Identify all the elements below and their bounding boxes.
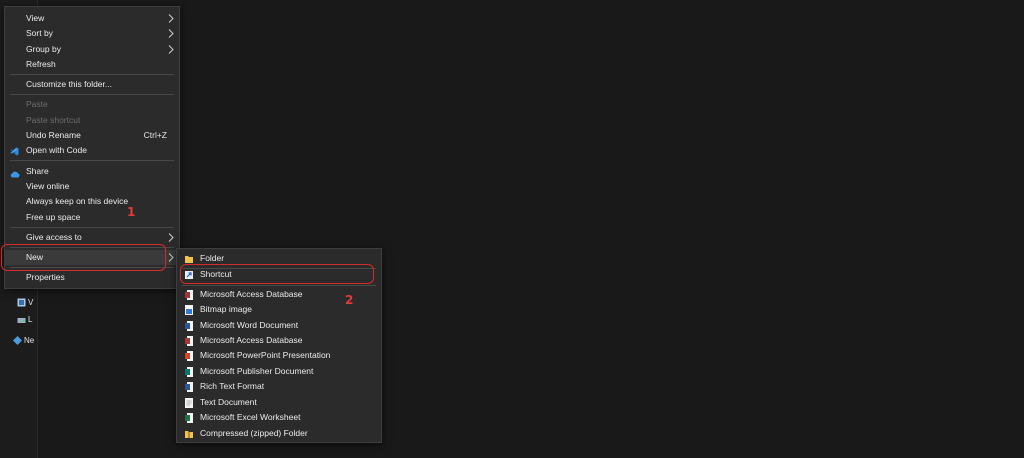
new-item-zip-folder[interactable]: Compressed (zipped) Folder — [177, 426, 381, 441]
chevron-right-icon — [166, 26, 176, 41]
chevron-right-icon — [166, 230, 176, 245]
annotation-highlight-new — [1, 244, 166, 271]
menu-item-properties[interactable]: Properties — [5, 270, 179, 285]
annotation-step-1: 1 — [127, 205, 136, 219]
drive-icon — [17, 315, 26, 324]
menu-item-refresh[interactable]: Refresh — [5, 57, 179, 72]
vscode-icon — [10, 146, 19, 156]
access-icon — [185, 290, 193, 300]
powerpoint-icon — [185, 351, 193, 361]
menu-item-paste-shortcut: Paste shortcut — [26, 115, 81, 125]
menu-item-view-online[interactable]: View online — [5, 179, 179, 194]
publisher-icon — [185, 367, 193, 377]
menu-item-customize-folder[interactable]: Customize this folder... — [5, 77, 179, 92]
shortcut-key-label: Ctrl+Z — [143, 130, 167, 140]
new-item-publisher[interactable]: Microsoft Publisher Document — [177, 364, 381, 379]
folder-icon — [185, 254, 193, 264]
menu-separator — [182, 285, 376, 286]
excel-icon — [185, 413, 193, 423]
new-item-powerpoint[interactable]: Microsoft PowerPoint Presentation — [177, 348, 381, 363]
menu-separator — [10, 227, 174, 228]
menu-item-undo-rename[interactable]: Undo Rename Ctrl+Z — [5, 128, 179, 143]
network-icon — [13, 336, 22, 346]
menu-separator — [10, 160, 174, 161]
annotation-highlight-shortcut — [180, 264, 374, 284]
chevron-right-icon — [166, 250, 176, 265]
chevron-right-icon — [166, 42, 176, 57]
menu-item-give-access[interactable]: Give access to — [5, 230, 179, 245]
nav-item-b[interactable]: V — [17, 296, 33, 310]
menu-separator — [10, 74, 174, 75]
word-icon — [185, 321, 193, 331]
new-item-excel[interactable]: Microsoft Excel Worksheet — [177, 410, 381, 425]
rich-text-icon — [185, 382, 193, 392]
menu-separator — [10, 94, 174, 95]
menu-item-open-with-code[interactable]: Open with Code — [5, 143, 179, 158]
new-item-access-database-2[interactable]: Microsoft Access Database — [177, 333, 381, 348]
menu-item-paste: Paste — [26, 99, 48, 109]
bitmap-icon — [185, 305, 193, 315]
access-icon — [185, 336, 193, 346]
annotation-step-2: 2 — [345, 293, 354, 307]
nav-item-c[interactable]: L — [17, 313, 32, 327]
nav-network[interactable]: Ne — [13, 334, 34, 348]
chevron-right-icon — [166, 11, 176, 26]
menu-item-sort-by[interactable]: Sort by — [5, 26, 179, 41]
new-item-text-document[interactable]: Text Document — [177, 395, 381, 410]
video-icon — [17, 298, 26, 307]
new-item-rich-text[interactable]: Rich Text Format — [177, 379, 381, 394]
new-item-word[interactable]: Microsoft Word Document — [177, 318, 381, 333]
cloud-icon — [10, 168, 20, 178]
text-document-icon — [185, 398, 193, 408]
menu-item-group-by[interactable]: Group by — [5, 42, 179, 57]
menu-item-free-up-space[interactable]: Free up space — [5, 210, 179, 225]
zip-folder-icon — [185, 429, 193, 439]
menu-item-always-keep[interactable]: Always keep on this device — [5, 194, 179, 209]
menu-item-share[interactable]: Share — [5, 164, 179, 179]
menu-item-view[interactable]: View — [5, 11, 179, 26]
